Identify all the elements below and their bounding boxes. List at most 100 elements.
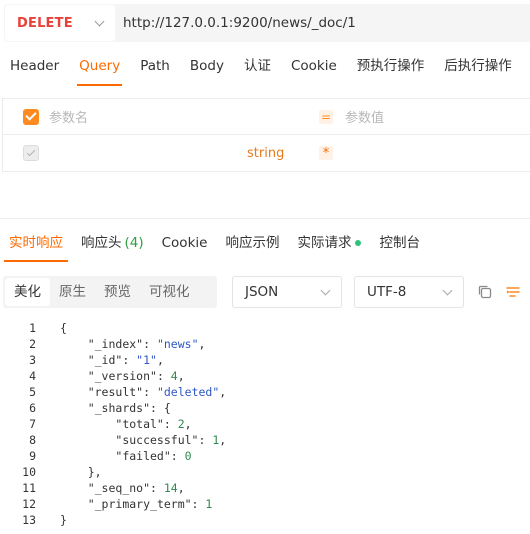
code-text: "successful": 1, bbox=[60, 432, 226, 448]
json-token: { bbox=[60, 321, 67, 335]
json-token: "_shards": { bbox=[87, 401, 171, 415]
json-number: 0 bbox=[184, 449, 192, 463]
method-label: DELETE bbox=[17, 15, 73, 31]
tab-response-headers[interactable]: 响应头 (4) bbox=[72, 224, 153, 262]
required-icon[interactable]: * bbox=[319, 146, 333, 161]
code-text: "_primary_term": 1 bbox=[60, 496, 213, 512]
json-string: "deleted" bbox=[156, 385, 220, 399]
line-number: 5 bbox=[29, 385, 36, 399]
json-token: , bbox=[219, 433, 227, 447]
encoding-select[interactable]: UTF-8 bbox=[354, 276, 464, 308]
code-line: 11 "_seq_no": 14, bbox=[0, 480, 530, 496]
json-token: , bbox=[184, 417, 192, 431]
code-text: "_id": "1", bbox=[60, 352, 164, 368]
json-token: "_index": bbox=[87, 337, 157, 351]
tab-cookie[interactable]: Cookie bbox=[281, 48, 347, 86]
code-text: "failed": 0 bbox=[60, 448, 192, 464]
chevron-down-icon bbox=[442, 285, 453, 295]
code-line: 2 "_index": "news", bbox=[0, 336, 530, 352]
view-mode-segmented: 美化 原生 预览 可视化 bbox=[3, 276, 217, 308]
line-number: 13 bbox=[22, 513, 36, 527]
code-line: 5 "result": "deleted", bbox=[0, 384, 530, 400]
tab-console[interactable]: 控制台 bbox=[370, 224, 429, 262]
view-visualize[interactable]: 可视化 bbox=[140, 278, 199, 306]
json-token: "_seq_no": bbox=[87, 481, 164, 495]
json-string: "news" bbox=[156, 337, 199, 351]
copy-icon[interactable] bbox=[476, 283, 494, 301]
tab-realtime-response[interactable]: 实时响应 bbox=[0, 224, 72, 262]
line-number: 7 bbox=[29, 417, 36, 431]
tab-label: 响应头 bbox=[81, 235, 122, 251]
equals-icon: = bbox=[319, 109, 333, 124]
chevron-down-icon bbox=[320, 285, 331, 295]
tab-response-examples[interactable]: 响应示例 bbox=[216, 224, 288, 262]
code-line: 8 "successful": 1, bbox=[0, 432, 530, 448]
method-select[interactable]: DELETE bbox=[5, 5, 115, 41]
json-number: 4 bbox=[170, 369, 178, 383]
code-text: "_shards": { bbox=[60, 400, 171, 416]
format-select-value: JSON bbox=[245, 284, 279, 300]
tab-pre-script[interactable]: 预执行操作 bbox=[347, 48, 435, 86]
code-text: { bbox=[60, 320, 67, 336]
code-text: "_version": 4, bbox=[60, 368, 185, 384]
table-row: string * bbox=[3, 135, 530, 171]
tab-response-cookie[interactable]: Cookie bbox=[153, 224, 217, 262]
code-line: 1{ bbox=[0, 320, 530, 336]
code-line: 12 "_primary_term": 1 bbox=[0, 496, 530, 512]
tab-actual-request[interactable]: 实际请求 bbox=[288, 224, 370, 262]
url-input[interactable] bbox=[123, 15, 503, 31]
code-text: }, bbox=[60, 464, 102, 480]
url-bar: DELETE bbox=[4, 4, 530, 42]
code-line: 6 "_shards": { bbox=[0, 400, 530, 416]
encoding-select-value: UTF-8 bbox=[367, 284, 407, 300]
select-all-checkbox[interactable] bbox=[23, 108, 39, 125]
json-token: , bbox=[198, 337, 206, 351]
param-type[interactable]: string bbox=[247, 146, 284, 161]
response-body-code[interactable]: 1{2 "_index": "news", 3 "_id": "1", 4 "_ve… bbox=[0, 320, 530, 528]
tab-auth[interactable]: 认证 bbox=[234, 48, 281, 86]
view-pretty[interactable]: 美化 bbox=[5, 278, 50, 306]
tab-query[interactable]: Query bbox=[69, 48, 130, 86]
code-text: "_index": "news", bbox=[60, 336, 206, 352]
json-token: }, bbox=[87, 465, 102, 479]
json-token: , bbox=[219, 385, 227, 399]
json-number: 14 bbox=[163, 481, 178, 495]
json-token: "result": bbox=[87, 385, 157, 399]
param-name-header: 参数名 bbox=[49, 111, 89, 126]
tab-post-script[interactable]: 后执行操作 bbox=[434, 48, 522, 86]
json-token: } bbox=[60, 513, 67, 527]
json-token: "_primary_term": bbox=[87, 497, 206, 511]
code-line: 9 "failed": 0 bbox=[0, 448, 530, 464]
tab-body[interactable]: Body bbox=[180, 48, 234, 86]
line-number: 10 bbox=[22, 465, 36, 479]
view-raw[interactable]: 原生 bbox=[50, 278, 95, 306]
tab-path[interactable]: Path bbox=[130, 48, 180, 86]
json-token: , bbox=[177, 481, 185, 495]
format-icon[interactable] bbox=[504, 283, 522, 301]
line-number: 1 bbox=[29, 321, 36, 335]
row-checkbox[interactable] bbox=[23, 145, 39, 161]
line-number: 12 bbox=[22, 497, 36, 511]
code-text: "result": "deleted", bbox=[60, 384, 227, 400]
format-select[interactable]: JSON bbox=[232, 276, 342, 308]
section-divider bbox=[0, 218, 530, 219]
chevron-down-icon bbox=[94, 16, 105, 26]
line-number: 6 bbox=[29, 401, 36, 415]
json-number: 2 bbox=[177, 417, 185, 431]
code-line: 10 }, bbox=[0, 464, 530, 480]
line-number: 2 bbox=[29, 337, 36, 351]
view-preview[interactable]: 预览 bbox=[95, 278, 140, 306]
code-text: } bbox=[60, 512, 67, 528]
line-number: 4 bbox=[29, 369, 36, 383]
code-line: 13} bbox=[0, 512, 530, 528]
tab-header[interactable]: Header bbox=[0, 48, 69, 86]
